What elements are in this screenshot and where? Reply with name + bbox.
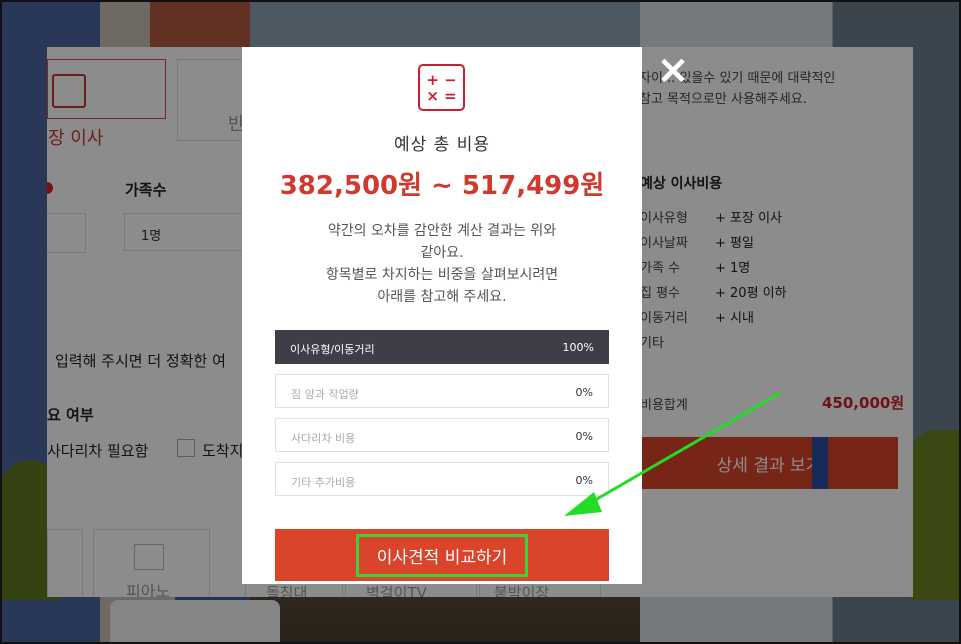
- annotation-arrow: [564, 391, 781, 516]
- arrow-head: [564, 492, 602, 516]
- arrow-line: [589, 391, 781, 505]
